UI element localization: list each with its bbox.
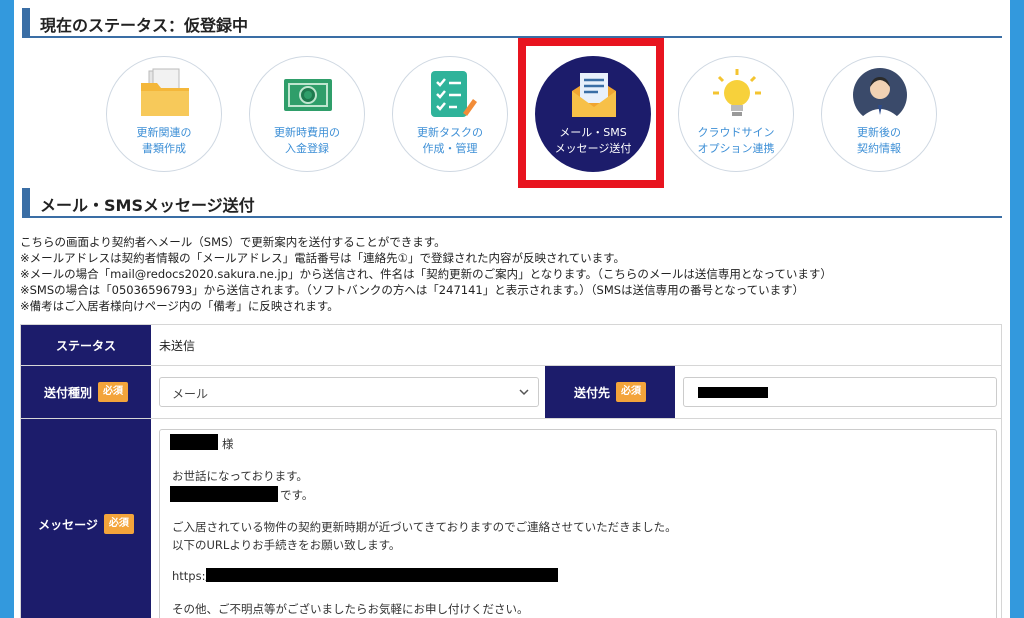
row-divider (21, 365, 1001, 366)
step-label: 更新タスクの 作成・管理 (417, 126, 483, 155)
intro-line: ※備考はご入居者様向けページ内の「備考」に反映されます。 (20, 299, 339, 313)
step-document-creation[interactable]: 更新関連の 書類作成 (106, 56, 222, 172)
message-form: ステータス 未送信 送付種別 必須 メール 送付先 必須 メッセージ 必須 様 … (20, 324, 1002, 618)
step-renewal-contract-info[interactable]: 更新後の 契約情報 (821, 56, 937, 172)
person-avatar-icon (853, 68, 907, 123)
status-value: 未送信 (159, 339, 196, 353)
message-textarea[interactable]: 様 お世話になっております。 です。 ご入居されている物件の契約更新時期が近づい… (159, 429, 997, 618)
money-bill-icon (284, 79, 332, 111)
section-title: メール・SMSメッセージ送付 (40, 196, 255, 215)
status-label: ステータス (55, 338, 116, 353)
message-closing: その他、ご不明点等がございましたらお気軽にお申し付けください。 (172, 602, 529, 616)
redacted-block (170, 486, 278, 502)
message-label: メッセージ (38, 517, 98, 532)
intro-line: こちらの画面より契約者へメール（SMS）で更新案内を送付することができます。 (20, 235, 446, 249)
send-to-label-cell: 送付先 必須 (545, 366, 675, 418)
status-title: 現在のステータス：仮登録中 (40, 16, 249, 35)
step-label: クラウドサイン オプション連携 (697, 126, 775, 155)
send-to-label: 送付先 (573, 385, 610, 400)
send-to-input[interactable] (683, 377, 997, 407)
folder-documents-icon (141, 68, 189, 116)
required-badge: 必須 (98, 382, 128, 402)
intro-line: ※メールの場合「mail@redocs2020.sakura.ne.jp」から送… (20, 267, 832, 281)
step-task-management[interactable]: 更新タスクの 作成・管理 (392, 56, 508, 172)
message-salutation: 様 (222, 437, 234, 451)
message-desu: です。 (280, 488, 314, 502)
step-label: 更新関連の 書類作成 (136, 126, 192, 155)
send-type-label-cell: 送付種別 必須 (21, 366, 151, 418)
intro-line: ※SMSの場合は「05036596793」から送信されます。（ソフトバンクの方へ… (20, 283, 805, 297)
required-badge: 必須 (103, 514, 134, 534)
step-label: 更新後の 契約情報 (857, 126, 901, 155)
send-type-label: 送付種別 (43, 385, 92, 400)
step-cloudsign-option[interactable]: クラウドサイン オプション連携 (678, 56, 794, 172)
lightbulb-icon (713, 69, 761, 116)
required-badge: 必須 (616, 382, 646, 402)
step-fee-payment[interactable]: 更新時費用の 入金登録 (249, 56, 365, 172)
message-label-cell: メッセージ 必須 (21, 419, 151, 618)
header-accent-bar (22, 188, 30, 218)
redacted-block (170, 434, 218, 450)
intro-line: ※メールアドレスは契約者情報の「メールアドレス」電話番号は「連絡先①」で登録され… (20, 251, 625, 265)
send-type-select[interactable]: メール (159, 377, 539, 407)
status-header: 現在のステータス：仮登録中 (22, 4, 1002, 38)
section-header: メール・SMSメッセージ送付 (22, 184, 1002, 218)
redacted-block (698, 387, 768, 398)
message-body-1: ご入居されている物件の契約更新時期が近づいてきておりますのでご連絡させていただき… (172, 520, 677, 534)
intro-text: こちらの画面より契約者へメール（SMS）で更新案内を送付することができます。 ※… (20, 234, 1000, 314)
main-panel: 現在のステータス：仮登録中 更新関連の 書類作成 更新時費用の 入金登録 更新タ… (14, 0, 1010, 618)
send-type-value: メール (172, 387, 209, 401)
message-body-2: 以下のURLよりお手続きをお願い致します。 (172, 538, 401, 552)
row-divider (21, 418, 1001, 419)
message-greeting: お世話になっております。 (172, 469, 308, 483)
status-label-cell: ステータス (21, 325, 151, 365)
header-accent-bar (22, 8, 30, 38)
task-checklist-icon (431, 71, 477, 117)
chevron-down-icon (519, 389, 529, 396)
step-label: 更新時費用の 入金登録 (274, 126, 340, 155)
redacted-block (206, 568, 558, 582)
highlight-frame (518, 38, 664, 188)
